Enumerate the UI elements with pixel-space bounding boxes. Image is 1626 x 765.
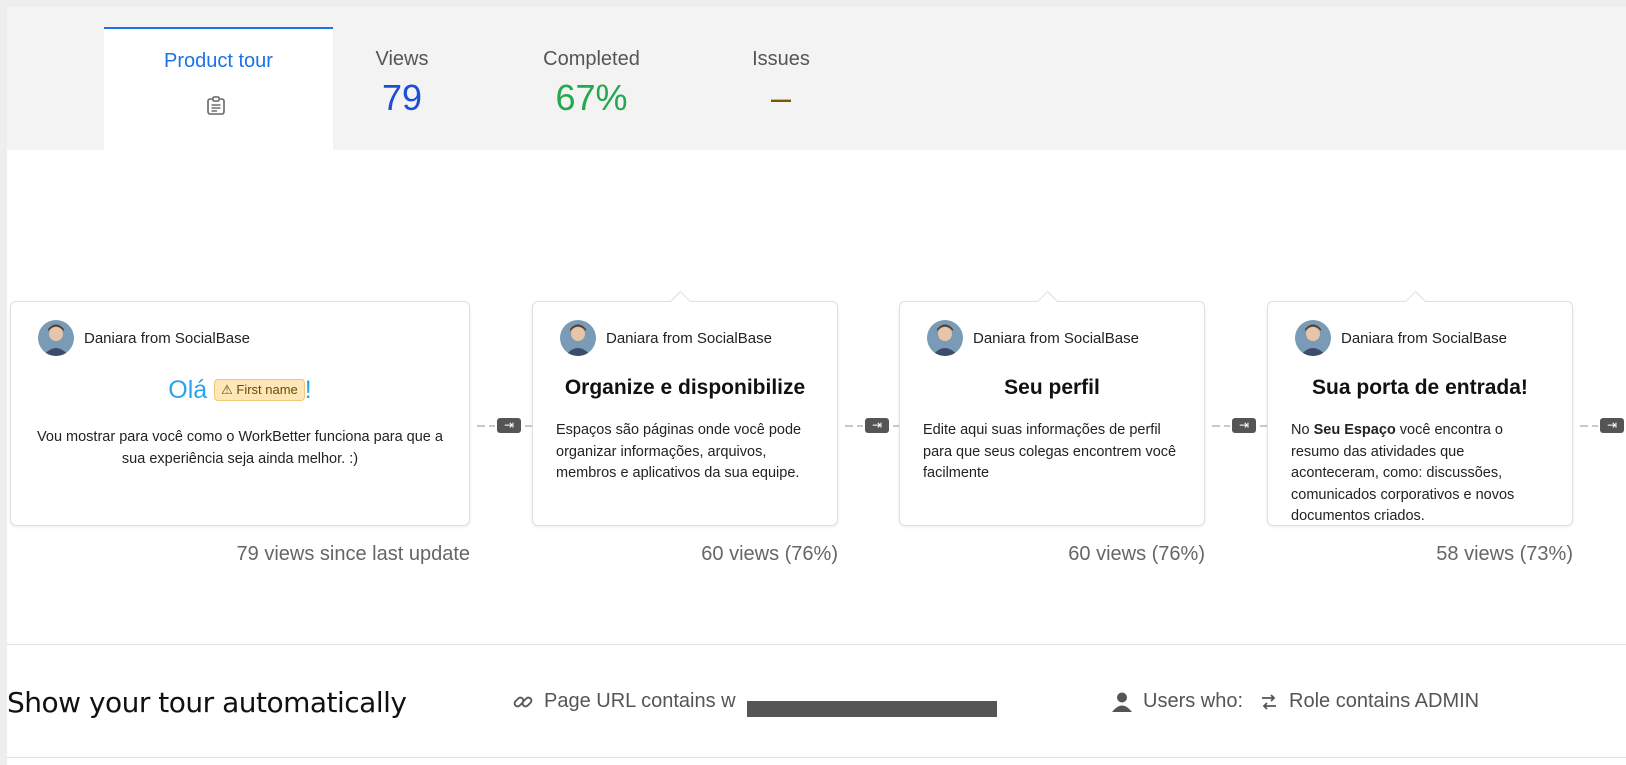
avatar [927,320,963,356]
arrow-right-icon: ⇥ [865,418,889,433]
issues-stat[interactable]: Issues – [729,48,833,119]
users-who-rule[interactable]: Users who: Role contains ADMIN [1111,690,1479,713]
tour-step-2-card[interactable]: Daniara from SocialBase Organize e dispo… [532,290,838,526]
clipboard-icon [207,96,225,115]
issues-label: Issues [752,48,810,70]
section-divider [7,757,1626,758]
step-3-views: 60 views (76%) [1068,543,1205,565]
body-bold: Seu Espaço [1313,422,1396,438]
pointer-notch [1404,290,1427,313]
redacted-url [747,701,997,717]
token-label: First name [236,382,298,397]
step-body: No Seu Espaço você encontra o resumo das… [1291,420,1554,528]
step-connector-4: ⇥ [1580,418,1626,434]
tab-label: Product tour [164,50,273,72]
completed-stat[interactable]: Completed 67% [519,48,664,119]
step-title: Organize e disponibilize [564,376,806,399]
completed-value: 67% [555,77,628,118]
views-label: Views [375,48,429,70]
pointer-notch [669,290,692,313]
greeting-end: ! [304,376,312,404]
step-body: Edite aqui suas informações de perfil pa… [923,422,1177,481]
step-1-views: 79 views since last update [236,543,470,565]
swap-icon [1262,693,1277,710]
issues-value: – [770,77,792,118]
step-title: Seu perfil [1004,376,1100,399]
role-rule-text: Role contains ADMIN [1289,690,1480,712]
tab-product-tour[interactable]: Product tour [104,27,333,150]
step-title: Sua porta de entrada! [1312,376,1528,399]
step-header: Daniara from SocialBase [927,320,1139,356]
greeting-text: Olá [168,376,208,404]
step-connector-3: ⇥ [1212,418,1272,434]
step-greeting: Olá ⚠ First name! [11,376,469,405]
sender-name: Daniara from SocialBase [606,329,772,347]
avatar [38,320,74,356]
tour-step-3-card[interactable]: Daniara from SocialBase Seu perfil Edite… [899,290,1205,526]
views-stat[interactable]: Views 79 [333,48,471,119]
arrow-right-icon: ⇥ [497,418,521,433]
step-2-views: 60 views (76%) [701,543,838,565]
users-who-label: Users who: [1143,690,1244,712]
tour-step-1-card[interactable]: Daniara from SocialBase Olá ⚠ First name… [10,301,470,526]
step-connector-2: ⇥ [845,418,905,434]
user-icon [1112,692,1132,712]
step-connector-1: ⇥ [477,418,537,434]
warning-icon: ⚠ [221,382,233,397]
sender-name: Daniara from SocialBase [84,329,250,347]
step-header: Daniara from SocialBase [560,320,772,356]
completed-label: Completed [543,48,640,70]
views-value: 79 [381,77,423,118]
stats-bar: Product tour Views 79 Completed 67% Issu… [7,7,1626,150]
link-icon [513,696,533,707]
step-body: Espaços são páginas onde você pode organ… [556,422,802,481]
body-text: No [1291,422,1314,438]
tour-page: Product tour Views 79 Completed 67% Issu… [7,7,1626,765]
first-name-token[interactable]: ⚠ First name [214,379,305,401]
page-url-text: Page URL contains w [544,690,736,712]
tour-step-4-card[interactable]: Daniara from SocialBase Sua porta de ent… [1267,290,1573,528]
page-url-rule[interactable]: Page URL contains w [512,690,736,713]
step-4-views: 58 views (73%) [1436,543,1573,565]
sender-name: Daniara from SocialBase [1341,329,1507,347]
avatar [1295,320,1331,356]
section-divider [7,644,1626,645]
avatar [560,320,596,356]
pointer-notch [1036,290,1059,313]
arrow-right-icon: ⇥ [1600,418,1624,433]
auto-show-title: Show your tour automatically [7,686,407,719]
sender-name: Daniara from SocialBase [973,329,1139,347]
step-header: Daniara from SocialBase [38,320,250,356]
step-body: Vou mostrar para você como o WorkBetter … [37,429,443,467]
step-header: Daniara from SocialBase [1295,320,1507,356]
arrow-right-icon: ⇥ [1232,418,1256,433]
